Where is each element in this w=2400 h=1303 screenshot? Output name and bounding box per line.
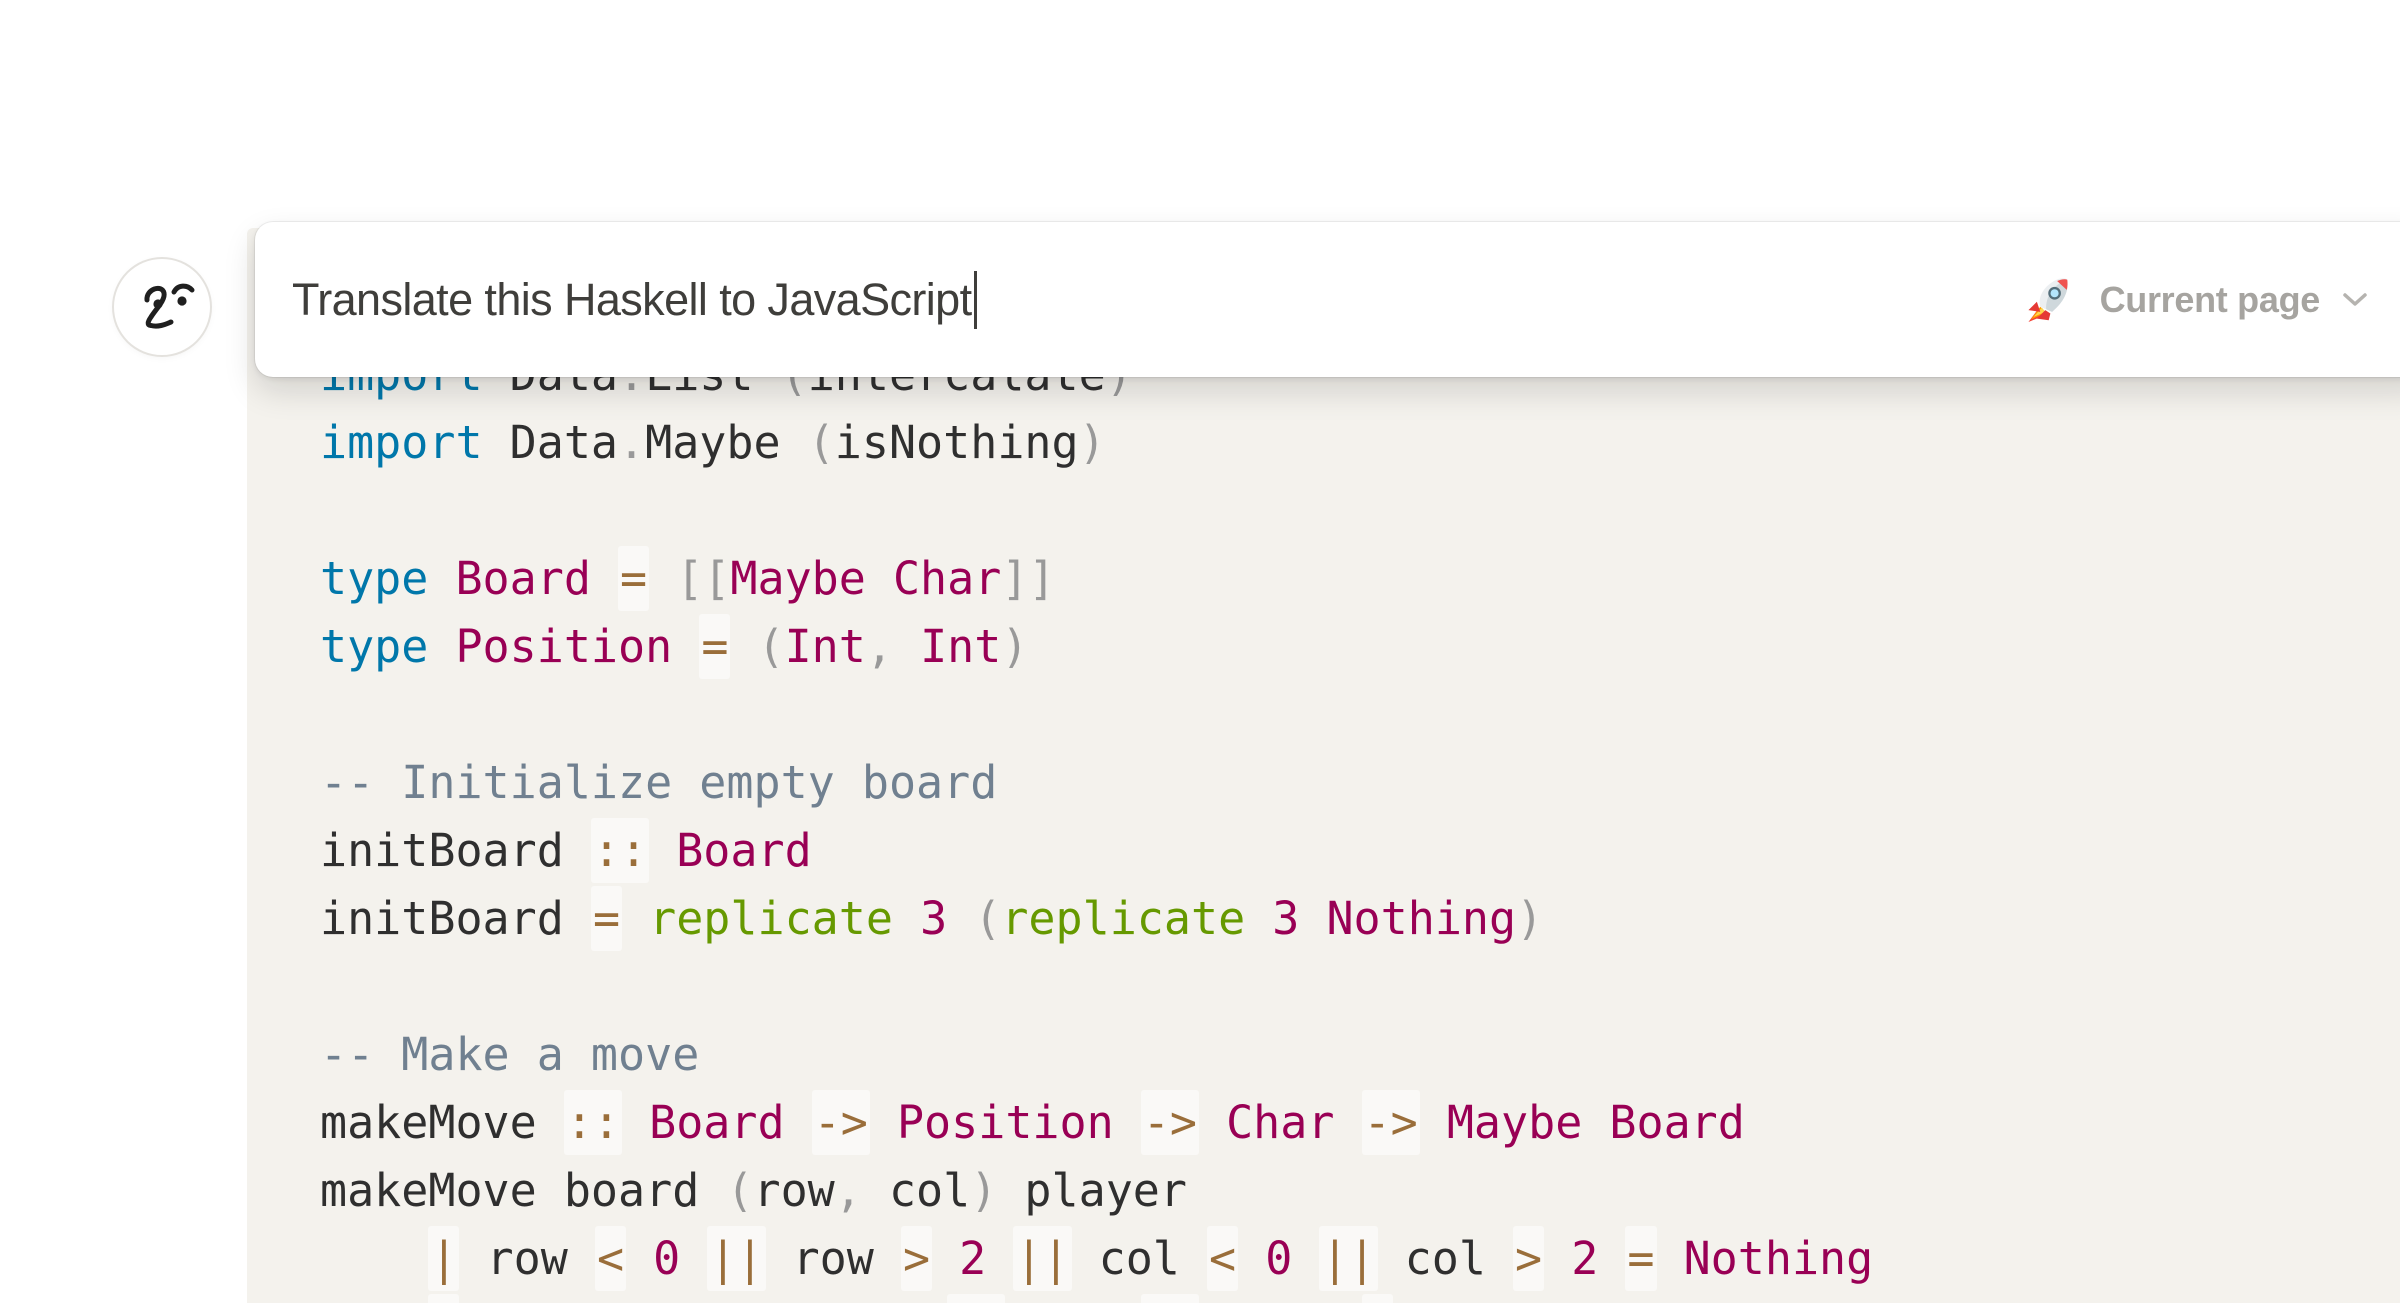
ai-prompt-card: Translate this Haskell to JavaScript [255,222,2400,377]
code-line: | row < 0 || row > 2 || col < 0 || col >… [320,1225,1873,1293]
code-line [320,477,1873,545]
code-line: makeMove board (row, col) player [320,1157,1873,1225]
scope-selector[interactable]: Current page [2020,222,2372,377]
code-line: -- Make a move [320,1021,1873,1089]
code-lines: import Data.List (intercalate)import Dat… [320,341,1873,1303]
code-line: initBoard = replicate 3 (replicate 3 Not… [320,885,1873,953]
code-line: type Position = (Int, Int) [320,613,1873,681]
code-line: initBoard :: Board [320,817,1873,885]
code-line: import Data.Maybe (isNothing) [320,409,1873,477]
notion-ai-face-icon [114,259,210,355]
code-line [320,953,1873,1021]
notion-ai-prompt-screen: import Data.List (intercalate)import Dat… [0,0,2400,1303]
text-caret [974,271,977,329]
scope-selector-label: Current page [2100,279,2320,321]
code-line: makeMove :: Board -> Position -> Char ->… [320,1089,1873,1157]
chevron-down-icon [2338,289,2372,311]
code-line: -- Initialize empty board [320,749,1873,817]
ai-face-button[interactable] [114,259,210,355]
rocket-icon [2020,273,2074,327]
haskell-code: import Data.List (intercalate)import Dat… [320,341,1873,1303]
code-block[interactable]: import Data.List (intercalate)import Dat… [247,228,2400,1303]
code-line [320,681,1873,749]
code-line: type Board = [[Maybe Char]] [320,545,1873,613]
code-line: | isNothing (board !! row !! col) = Just… [320,1293,1873,1303]
ai-prompt-text: Translate this Haskell to JavaScript [292,274,972,326]
